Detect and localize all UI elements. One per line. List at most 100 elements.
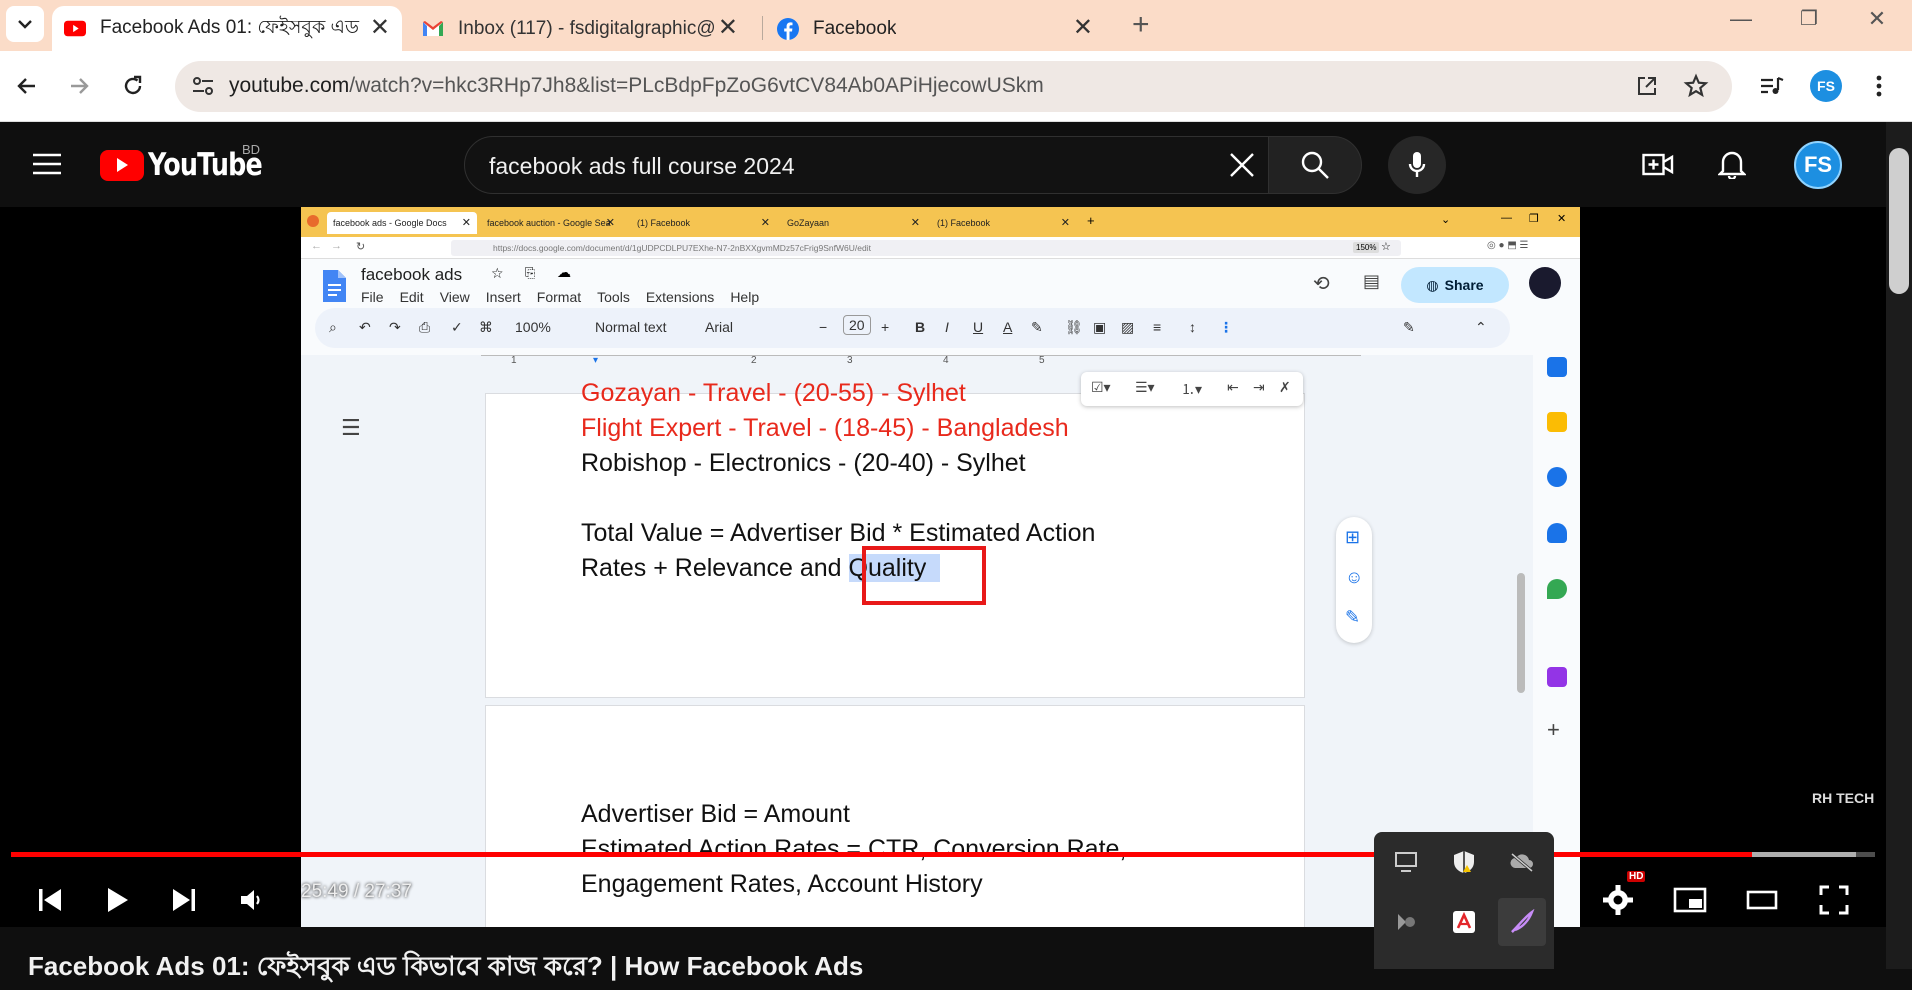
- addon-icon: [1547, 667, 1567, 687]
- site-info-icon[interactable]: [191, 75, 215, 102]
- recorded-tab-title: (1) Facebook: [937, 218, 991, 228]
- restore-icon: ❐: [1529, 213, 1539, 225]
- suggest-edit-icon: ✎: [1345, 607, 1361, 627]
- volume-icon[interactable]: [232, 875, 272, 925]
- hamburger-menu-icon[interactable]: [32, 152, 62, 181]
- bullet-list-icon: ☰▾: [1135, 379, 1155, 395]
- search-icon: [1301, 151, 1329, 179]
- monitor-tray-icon[interactable]: [1386, 842, 1426, 882]
- security-shield-icon[interactable]: [1444, 842, 1484, 882]
- docs-menu-bar: File Edit View Insert Format Tools Exten…: [361, 289, 759, 305]
- youtube-header: YouTube BD facebook ads full course 2024…: [0, 122, 1912, 207]
- media-controls-icon[interactable]: [1757, 71, 1787, 101]
- text-color-icon: A: [1003, 319, 1013, 335]
- previous-video-icon[interactable]: [30, 875, 70, 925]
- close-tab-icon[interactable]: ✕: [718, 16, 738, 40]
- outline-icon: ☰: [341, 415, 361, 440]
- firefox-view-icon: [307, 215, 319, 227]
- restore-icon[interactable]: ❐: [1784, 6, 1834, 31]
- emoji-icon: ☺: [1345, 567, 1364, 587]
- close-tab-icon[interactable]: ✕: [1073, 16, 1093, 40]
- plus-icon: +: [1087, 213, 1095, 228]
- theater-mode-icon[interactable]: [1742, 875, 1782, 925]
- forward-arrow-icon[interactable]: [64, 71, 94, 101]
- recorded-tab-title: (1) Facebook: [637, 218, 691, 228]
- red-highlight-box: [862, 546, 986, 605]
- create-video-icon[interactable]: [1642, 152, 1674, 183]
- bookmark-star-icon[interactable]: [1683, 73, 1709, 104]
- tab-divider: [762, 16, 763, 40]
- add-comment-icon: ⊞: [1345, 527, 1361, 547]
- account-initials: FS: [1803, 152, 1833, 177]
- ruler-mark: 1: [511, 355, 517, 366]
- fullscreen-icon[interactable]: [1814, 875, 1854, 925]
- video-player[interactable]: facebook ads - Google Docs ✕ facebook auc…: [0, 207, 1886, 927]
- plus-icon: +: [1547, 717, 1560, 742]
- page-scrollbar[interactable]: [1886, 122, 1912, 969]
- app-tray-icon[interactable]: [1386, 902, 1426, 942]
- play-icon[interactable]: [98, 875, 138, 925]
- more-vertical-icon[interactable]: [1864, 71, 1894, 101]
- search-button[interactable]: [1268, 136, 1362, 194]
- tab-gmail[interactable]: Inbox (117) - fsdigitalgraphic@ ✕: [410, 6, 750, 51]
- tab-title: Inbox (117) - fsdigitalgraphic@: [458, 17, 716, 39]
- calendar-icon: [1547, 357, 1567, 377]
- doc-line: Advertiser Bid = Amount: [581, 800, 850, 828]
- doc-line: Robishop - Electronics - (20-40) - Sylhe…: [581, 449, 1026, 477]
- next-video-icon[interactable]: [164, 875, 204, 925]
- browser-toolbar: youtube.com/watch?v=hkc3RHp7Jh8&list=PLc…: [0, 51, 1912, 122]
- spellcheck-icon: ✓: [451, 319, 463, 335]
- search-box[interactable]: facebook ads full course 2024: [464, 136, 1269, 194]
- globe-icon: ◍: [1426, 276, 1439, 293]
- system-tray-overflow: [1374, 832, 1554, 969]
- reload-icon[interactable]: [118, 71, 148, 101]
- voice-search-button[interactable]: [1388, 136, 1446, 194]
- tab-youtube[interactable]: Facebook Ads 01: ফেইসবুক এড ✕: [52, 6, 402, 51]
- miniplayer-icon[interactable]: [1670, 875, 1710, 925]
- onedrive-offline-icon[interactable]: [1502, 842, 1542, 882]
- forward-arrow-icon: →: [331, 240, 342, 252]
- scrollbar-thumb[interactable]: [1889, 148, 1909, 294]
- new-tab-button[interactable]: +: [1132, 8, 1150, 42]
- back-arrow-icon[interactable]: [12, 71, 42, 101]
- back-arrow-icon: ←: [311, 240, 322, 252]
- notifications-bell-icon[interactable]: [1717, 149, 1747, 184]
- menu-file: File: [361, 289, 384, 305]
- doc-page: Advertiser Bid = Amount Estimated Action…: [485, 705, 1305, 927]
- increase-size-icon: +: [881, 319, 890, 335]
- video-frame-screen-recording: facebook ads - Google Docs ✕ facebook auc…: [301, 207, 1580, 927]
- window-close-icon[interactable]: ✕: [1852, 6, 1902, 32]
- checklist-icon: ☑▾: [1091, 379, 1111, 395]
- progress-bar[interactable]: [11, 852, 1875, 857]
- close-tab-icon[interactable]: ✕: [370, 16, 390, 40]
- open-in-app-icon[interactable]: [1635, 74, 1659, 103]
- search-input[interactable]: facebook ads full course 2024: [489, 153, 795, 180]
- redo-icon: ↷: [389, 319, 401, 335]
- highlight-icon: ✎: [1031, 319, 1043, 335]
- tab-facebook[interactable]: Facebook ✕: [765, 6, 1105, 51]
- recorded-tab: facebook ads - Google Docs ✕: [327, 212, 477, 234]
- more-options-icon: ⋮: [1219, 319, 1233, 335]
- recorded-tab: (1) Facebook ✕: [631, 212, 776, 234]
- address-bar[interactable]: youtube.com/watch?v=hkc3RHp7Jh8&list=PLc…: [175, 61, 1732, 112]
- settings-gear-icon[interactable]: [1598, 875, 1638, 925]
- feather-pen-icon[interactable]: [1498, 898, 1546, 946]
- doc-avatar: [1529, 267, 1561, 299]
- editing-mode-icon: ✎: [1403, 319, 1415, 335]
- account-avatar[interactable]: FS: [1794, 141, 1842, 189]
- browser-tab-strip: Facebook Ads 01: ফেইসবুক এড ✕ Inbox (117…: [0, 0, 1912, 51]
- docs-ruler: 1 2 3 4 5 ▾: [481, 355, 1361, 373]
- url-text[interactable]: youtube.com/watch?v=hkc3RHp7Jh8&list=PLc…: [229, 74, 1044, 98]
- clear-search-icon[interactable]: [1228, 151, 1256, 184]
- list-format-toolbar: ☑▾ ☰▾ ⒈▾ ⇤ ⇥ ✗: [1081, 372, 1303, 406]
- minimize-icon[interactable]: —: [1716, 6, 1766, 32]
- tab-search-button[interactable]: [6, 6, 44, 42]
- recorded-tab: GoZayaan ✕: [781, 212, 926, 234]
- url-path: /watch?v=hkc3RHp7Jh8&list=PLcBdpFpZoG6vt…: [349, 74, 1044, 97]
- doc-line: Engagement Rates, Account History: [581, 870, 983, 898]
- microphone-icon: [1408, 152, 1426, 177]
- video-title: Facebook Ads 01: ফেইসবুক এড কিভাবে কাজ ক…: [28, 951, 864, 981]
- channel-watermark: RH TECH: [1812, 790, 1875, 806]
- acrobat-icon[interactable]: [1444, 902, 1484, 942]
- profile-avatar[interactable]: FS: [1810, 70, 1842, 102]
